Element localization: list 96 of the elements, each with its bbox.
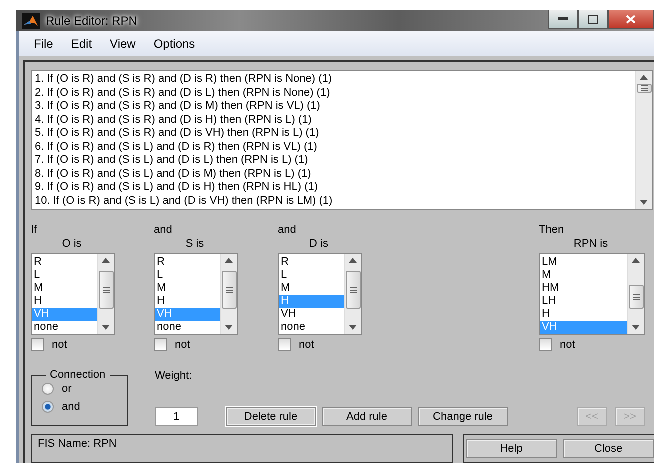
scroll-thumb[interactable] [636,84,652,93]
scrollbar[interactable] [220,254,237,334]
rule-line[interactable]: 3. If (O is R) and (S is R) and (D is M) then (RPN is VL) (1) [35,100,635,114]
checkbox-label: not [560,338,576,350]
rule-line[interactable]: 4. If (O is R) and (S is R) and (D is H) then (RPN is L) (1) [35,114,635,127]
list-option[interactable]: R [155,256,220,269]
list-option[interactable]: M [540,269,627,282]
connector-label: and [278,224,298,238]
scroll-up-arrow-icon[interactable] [640,75,648,80]
rule-action-button[interactable]: Add rule [322,407,412,426]
variable-label: D is [308,238,330,250]
status-text: FIS Name: RPN [31,434,453,463]
list-option[interactable]: LH [540,295,627,308]
radio-label: and [62,401,80,413]
list-option[interactable]: none [32,321,97,334]
rule-line[interactable]: 2. If (O is R) and (S is R) and (D is L) then (RPN is None) (1) [35,86,635,100]
variable-label: RPN is [572,238,610,250]
radio-button[interactable] [42,401,54,413]
scroll-down-arrow-icon[interactable] [102,325,110,330]
scroll-up-arrow-icon[interactable] [632,258,640,263]
not-checkbox[interactable] [154,338,167,351]
app-logo-icon [22,12,40,29]
scroll-down-arrow-icon[interactable] [632,325,640,330]
menu-item[interactable]: View [103,36,143,51]
list-option[interactable]: M [155,282,220,295]
list-option[interactable]: L [32,269,97,282]
rule-line[interactable]: 8. If (O is R) and (S is L) and (D is M) then (RPN is L) (1) [35,168,635,181]
membership-listbox[interactable]: LM M HM LH H VH [539,253,645,335]
connector-label: and [154,224,174,238]
menu-item[interactable]: Edit [64,36,100,51]
not-checkbox[interactable] [31,338,44,351]
scrollbar[interactable] [344,254,361,334]
list-option[interactable]: H [540,308,627,321]
rule-action-button[interactable]: Delete rule [226,407,316,426]
scroll-thumb[interactable] [346,271,360,309]
menu-item[interactable]: File [27,36,60,51]
variable-label: S is [184,238,206,250]
close-icon [626,14,636,24]
weight-field[interactable]: 1 [155,407,198,426]
list-option[interactable]: R [32,256,97,269]
maximize-button[interactable] [578,10,608,29]
list-option[interactable]: H [32,295,97,308]
connector-label: Then [539,224,566,238]
footer-button[interactable]: Close [563,439,654,458]
list-option[interactable]: VH [279,308,344,321]
list-option[interactable]: none [155,321,220,334]
rule-action-button[interactable]: Change rule [418,407,508,426]
connector-label: If [31,224,38,238]
rule-line[interactable]: 9. If (O is R) and (S is L) and (D is H) then (RPN is HL) (1) [35,181,635,194]
not-checkbox[interactable] [539,338,552,351]
menu-item[interactable]: Options [146,36,202,51]
rule-line[interactable]: 5. If (O is R) and (S is R) and (D is VH) then (RPN is L) (1) [35,127,635,140]
rule-line[interactable]: 1. If (O is R) and (S is R) and (D is R) then (RPN is None) (1) [35,73,635,86]
scroll-down-arrow-icon[interactable] [349,325,357,330]
list-option[interactable]: L [279,269,344,282]
minimize-button[interactable] [548,10,578,29]
scrollbar[interactable] [97,254,114,334]
weight-label: Weight: [155,370,194,382]
membership-listbox[interactable]: R L M H VH none [278,253,362,335]
scroll-up-arrow-icon[interactable] [349,258,357,263]
membership-listbox[interactable]: R L M H VH none [154,253,238,335]
checkbox-label: not [52,338,68,350]
list-option[interactable]: H [155,295,220,308]
scrollbar[interactable] [635,71,652,209]
scroll-thumb[interactable] [98,271,114,309]
list-option[interactable]: none [279,321,344,334]
rule-line[interactable]: 6. If (O is R) and (S is L) and (D is R) then (RPN is VL) (1) [35,140,635,154]
group-title: Connection [49,369,107,381]
scroll-up-arrow-icon[interactable] [225,258,233,263]
rule-line[interactable]: 7. If (O is R) and (S is L) and (D is L) then (RPN is L) (1) [35,154,635,168]
membership-listbox[interactable]: R L M H VH none [31,253,115,335]
rules-list[interactable] [31,70,653,210]
minimize-icon [558,17,568,21]
list-option[interactable]: M [32,282,97,295]
variable-label: O is [61,238,83,250]
list-option[interactable]: HM [540,282,627,295]
scrollbar[interactable] [627,254,644,334]
scroll-thumb[interactable] [222,271,236,309]
scroll-down-arrow-icon[interactable] [640,200,648,205]
rule-line[interactable]: 10. If (O is R) and (S is L) and (D is VH) then (RPN is LM) (1) [35,194,635,208]
close-button[interactable] [608,10,654,29]
list-option[interactable]: L [155,269,220,282]
window-title: Rule Editor: RPN [46,14,138,28]
radio-button[interactable] [42,383,54,395]
not-checkbox[interactable] [278,338,291,351]
radio-label: or [62,383,72,395]
checkbox-label: not [299,338,314,350]
footer-button[interactable]: Help [466,439,557,458]
scroll-thumb[interactable] [628,285,644,309]
scroll-up-arrow-icon[interactable] [102,258,110,263]
checkbox-label: not [175,338,190,350]
list-option[interactable]: M [279,282,344,295]
scroll-down-arrow-icon[interactable] [225,325,233,330]
maximize-icon [588,14,598,24]
list-option[interactable]: LM [540,256,627,269]
list-option[interactable]: R [279,256,344,269]
